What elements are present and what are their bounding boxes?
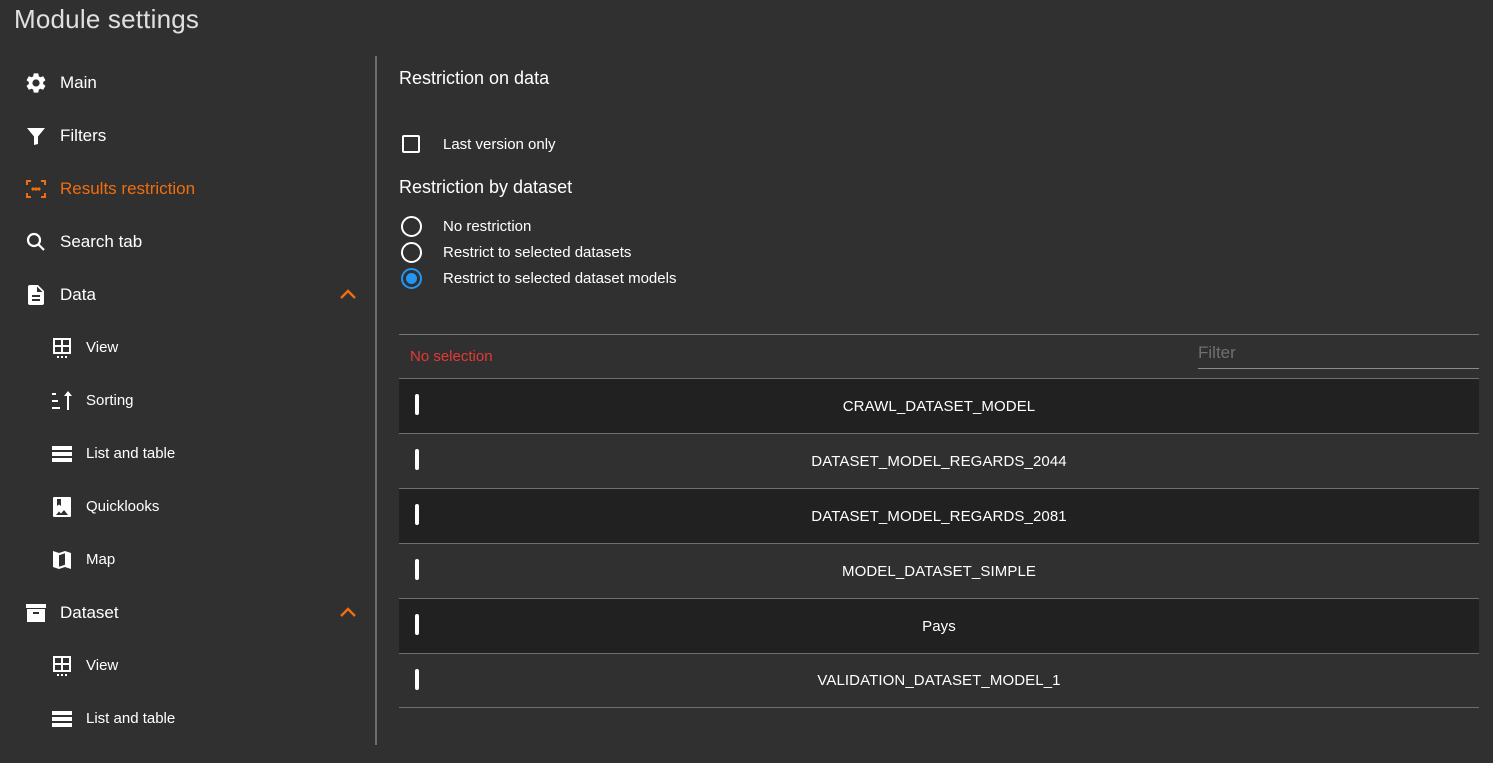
gear-icon (24, 71, 48, 95)
sidebar-item-label: Sorting (86, 392, 134, 409)
list-item[interactable]: Pays (399, 598, 1479, 653)
radio-label: Restrict to selected datasets (443, 243, 632, 261)
list-item[interactable]: VALIDATION_DATASET_MODEL_1 (399, 653, 1479, 708)
restriction-by-dataset-title: Restriction by dataset (399, 177, 573, 197)
sidebar-item-main[interactable]: Main (0, 56, 370, 109)
document-icon (24, 283, 48, 307)
sidebar-item-data-sorting[interactable]: Sorting (0, 374, 370, 427)
select-area-icon (24, 177, 48, 201)
map-icon (50, 548, 74, 572)
list-item-label: CRAWL_DATASET_MODEL (842, 397, 1036, 415)
grid-view-icon (50, 654, 74, 678)
sidebar-item-label: Filters (60, 125, 107, 145)
sort-ascending-icon (50, 389, 74, 413)
radio-unselected-icon (400, 215, 422, 237)
sidebar-item-data[interactable]: Data (0, 268, 370, 321)
list-item[interactable]: CRAWL_DATASET_MODEL (399, 378, 1479, 433)
list-item[interactable]: DATASET_MODEL_REGARDS_2044 (399, 433, 1479, 488)
dataset-model-selection-list: No selection CRAWL_DATASET_MODEL DATASET… (399, 334, 1479, 708)
list-header: No selection (399, 334, 1479, 378)
sidebar-item-label: Data (60, 284, 96, 304)
sidebar-item-label: Map (86, 551, 116, 568)
sidebar-item-label: Results restriction (60, 178, 196, 198)
checkbox-unchecked-icon (402, 135, 420, 153)
page-title: Module settings (14, 4, 200, 34)
radio-no-restriction[interactable]: No restriction (399, 214, 531, 238)
grid-view-icon (50, 336, 74, 360)
radio-label: No restriction (443, 217, 532, 235)
radio-unselected-icon (400, 241, 422, 263)
sidebar-item-data-view[interactable]: View (0, 321, 370, 374)
sidebar-item-filters[interactable]: Filters (0, 109, 370, 162)
list-icon (50, 442, 74, 466)
sidebar-item-data-map[interactable]: Map (0, 533, 370, 586)
sidebar-item-dataset[interactable]: Dataset (0, 586, 370, 639)
sidebar-item-dataset-view[interactable]: View (0, 639, 370, 692)
radio-restrict-selected-dataset-models[interactable]: Restrict to selected dataset models (399, 266, 676, 290)
list-item-label: MODEL_DATASET_SIMPLE (842, 562, 1036, 580)
list-item-label: VALIDATION_DATASET_MODEL_1 (817, 672, 1061, 689)
list-item[interactable]: MODEL_DATASET_SIMPLE (399, 543, 1479, 598)
sidebar-item-label: Dataset (60, 602, 119, 622)
list-item[interactable]: DATASET_MODEL_REGARDS_2081 (399, 488, 1479, 543)
sidebar-item-label: Main (60, 72, 97, 92)
sidebar-item-label: List and table (86, 710, 176, 727)
sidebar-item-data-list-and-table[interactable]: List and table (0, 427, 370, 480)
sidebar-item-results-restriction[interactable]: Results restriction (0, 162, 370, 215)
sidebar-item-label: View (86, 657, 119, 674)
chevron-up-icon[interactable] (336, 283, 360, 307)
list-item-label: DATASET_MODEL_REGARDS_2044 (811, 452, 1067, 470)
filter-icon (24, 124, 48, 148)
archive-icon (24, 601, 48, 625)
sidebar-item-dataset-list-and-table[interactable]: List and table (0, 692, 370, 745)
filter-input[interactable] (1198, 337, 1479, 369)
image-bookmark-icon (50, 495, 74, 519)
sidebar-item-search-tab[interactable]: Search tab (0, 215, 370, 268)
list-icon (50, 707, 74, 731)
list-item-label: Pays (922, 617, 956, 635)
chevron-up-icon[interactable] (336, 601, 360, 625)
list-item-label: DATASET_MODEL_REGARDS_2081 (811, 507, 1067, 525)
sidebar-item-label: View (86, 339, 119, 356)
radio-selected-icon (400, 267, 422, 289)
restriction-on-data-title: Restriction on data (399, 68, 550, 88)
last-version-only-checkbox[interactable]: Last version only (399, 132, 556, 156)
selection-status: No selection (410, 348, 493, 365)
search-icon (24, 230, 48, 254)
sidebar-item-label: List and table (86, 445, 176, 462)
radio-restrict-selected-datasets[interactable]: Restrict to selected datasets (399, 240, 631, 264)
sidebar-divider (375, 56, 377, 745)
last-version-only-label: Last version only (443, 135, 556, 153)
sidebar-item-label: Search tab (60, 231, 143, 251)
sidebar-item-data-quicklooks[interactable]: Quicklooks (0, 480, 370, 533)
radio-label: Restrict to selected dataset models (443, 269, 677, 287)
sidebar-item-label: Quicklooks (86, 498, 160, 515)
